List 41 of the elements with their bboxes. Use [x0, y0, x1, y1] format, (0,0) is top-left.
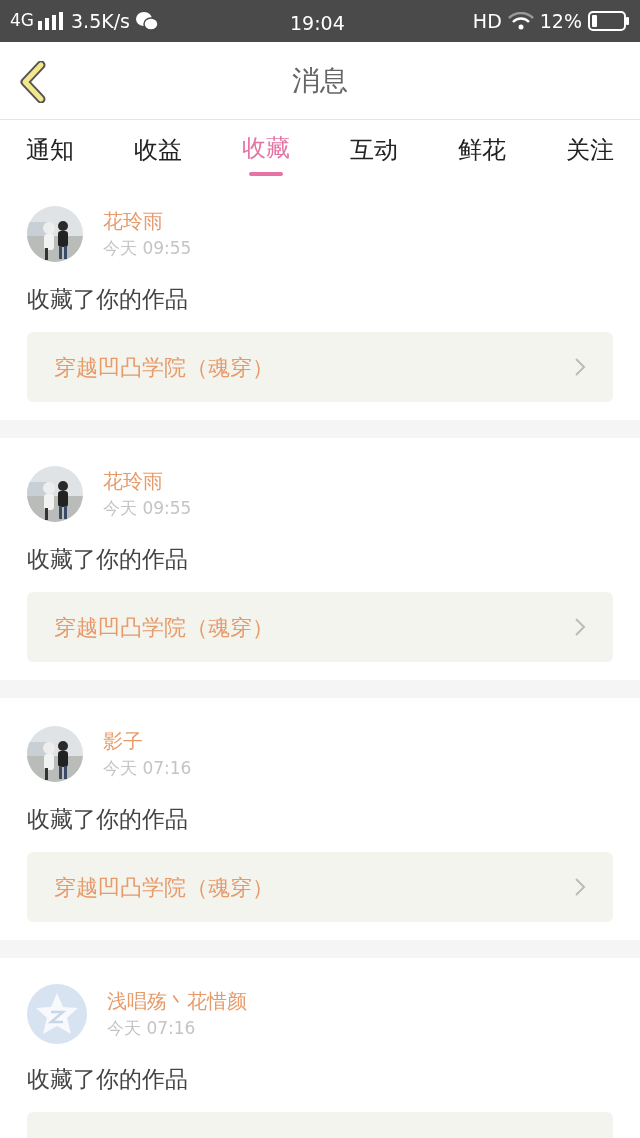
battery-percent: 12% [539, 8, 582, 34]
signal-icon [37, 12, 63, 30]
work-title: 穿越凹凸学院（魂穿） [54, 353, 274, 382]
tab[interactable]: 收益 [134, 130, 182, 170]
timestamp: 今天 09:55 [103, 237, 192, 260]
work-link[interactable]: 穿越凹凸学院（魂穿） [27, 852, 613, 922]
user-name[interactable]: 浅唱殇丶花惜颜 [107, 987, 247, 1015]
user-name[interactable]: 花玲雨 [103, 207, 192, 235]
battery-icon [588, 11, 630, 31]
message-text: 收藏了你的作品 [27, 805, 189, 834]
timestamp: 今天 07:16 [107, 1017, 197, 1040]
clock: 19:04 [290, 11, 345, 36]
hd-indicator: HD [472, 8, 502, 34]
page-title: 消息 [292, 62, 348, 99]
work-link[interactable]: 穿越凹凸学院（魂穿） [27, 592, 613, 662]
back-button[interactable] [18, 60, 48, 104]
tab[interactable]: 关注 [566, 130, 614, 170]
tab-indicator [249, 172, 283, 176]
message-text: 收藏了你的作品 [27, 285, 189, 314]
default-avatar-icon [27, 984, 87, 1044]
tab[interactable]: 通知 [26, 130, 74, 170]
wifi-icon [507, 12, 534, 30]
network-type: 4G [10, 9, 34, 33]
chevron-right-icon [574, 617, 586, 637]
back-icon [19, 61, 47, 103]
work-title: 穿越凹凸学院（魂穿） [54, 613, 274, 642]
user-name[interactable]: 影子 [103, 727, 192, 755]
chevron-right-icon [574, 877, 586, 897]
chevron-right-icon [574, 357, 586, 377]
timestamp: 今天 07:16 [103, 757, 192, 780]
tab[interactable]: 收藏 [242, 130, 290, 170]
work-title: 穿越凹凸学院（魂穿） [54, 873, 274, 902]
chat-icon [136, 11, 158, 31]
message-text: 收藏了你的作品 [27, 1065, 189, 1094]
network-speed: 3.5K/s [71, 8, 130, 34]
tab[interactable]: 鲜花 [458, 130, 506, 170]
tab[interactable]: 互动 [350, 130, 398, 170]
message-text: 收藏了你的作品 [27, 545, 189, 574]
work-link[interactable]: 穿越凹凸学院（魂穿） [27, 332, 613, 402]
user-name[interactable]: 花玲雨 [103, 467, 192, 495]
timestamp: 今天 09:55 [103, 497, 192, 520]
